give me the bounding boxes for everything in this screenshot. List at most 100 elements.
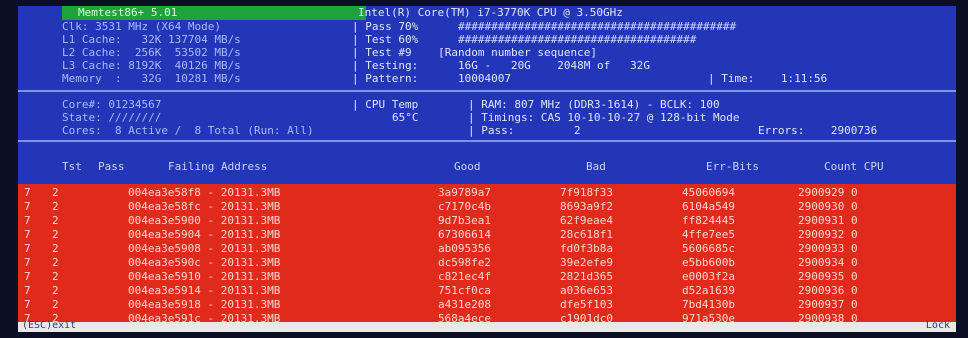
- table-cell: c7170c4b: [438, 200, 491, 213]
- table-cell: fd0f3b8a: [560, 242, 613, 255]
- table-cell: 751cf0ca: [438, 284, 491, 297]
- col-test: Tst: [62, 160, 82, 173]
- table-cell: dc598fe2: [438, 256, 491, 269]
- table-cell: 004ea3e5918 - 20131.3MB: [128, 298, 281, 311]
- table-cell: 004ea3e5900 - 20131.3MB: [128, 214, 281, 227]
- col-failing-address: Failing Address: [168, 160, 268, 173]
- test-progress-bar: ####################################: [458, 33, 697, 46]
- table-cell: 3a9789a7: [438, 186, 491, 199]
- table-cell: 2900931 0: [798, 214, 858, 227]
- table-row: 7 2 004ea3e5904 - 20131.3MB 67306614 28c618f…: [18, 228, 956, 242]
- table-cell: 2: [52, 270, 59, 283]
- lock-indicator: Lock: [925, 320, 950, 331]
- pass-progress: | Pass 70%: [352, 20, 419, 33]
- table-cell: 7: [24, 214, 31, 227]
- table-cell: a036e653: [560, 284, 613, 297]
- table-cell: 004ea3e5910 - 20131.3MB: [128, 270, 281, 283]
- table-cell: 7: [24, 270, 31, 283]
- pattern-line: | Pattern: 10004007: [352, 72, 511, 85]
- divider-mid: [18, 140, 956, 142]
- table-cell: 7: [24, 228, 31, 241]
- table-cell: 4ffe7ee5: [682, 228, 735, 241]
- table-cell: 8693a9f2: [560, 200, 613, 213]
- table-row: 7 2 004ea3e5908 - 20131.3MB ab095356 fd0f3b8…: [18, 242, 956, 256]
- cpu-temp-value: 65°C: [392, 111, 419, 124]
- table-cell: e0003f2a: [682, 270, 735, 283]
- exit-hint: (ESC)exit: [22, 320, 77, 331]
- table-cell: 004ea3e5904 - 20131.3MB: [128, 228, 281, 241]
- table-cell: 7: [24, 242, 31, 255]
- table-row: 7 2 004ea3e58f8 - 20131.3MB 3a9789a7 7f918f3…: [18, 186, 956, 200]
- table-row: 7 2 004ea3e5914 - 20131.3MB 751cf0ca a036e65…: [18, 284, 956, 298]
- l2-cache-line: L2 Cache: 256K 53502 MB/s: [62, 46, 241, 59]
- table-cell: e5bb600b: [682, 256, 735, 269]
- table-cell: 2900934 0: [798, 256, 858, 269]
- table-cell: 004ea3e5914 - 20131.3MB: [128, 284, 281, 297]
- col-bad: Bad: [586, 160, 606, 173]
- l3-cache-line: L3 Cache: 8192K 40126 MB/s: [62, 59, 241, 72]
- memory-line: Memory : 32G 10281 MB/s: [62, 72, 241, 85]
- table-cell: d52a1639: [682, 284, 735, 297]
- memtest-screen: Memtest86+ 5.01 Intel(R) Core(TM) i7-377…: [18, 6, 956, 332]
- table-row: 7 2 004ea3e58fc - 20131.3MB c7170c4b 8693a9f…: [18, 200, 956, 214]
- table-cell: 2: [52, 242, 59, 255]
- state-line: State: ////////: [62, 111, 162, 124]
- l1-cache-line: L1 Cache: 32K 137704 MB/s: [62, 33, 241, 46]
- status-bar: (ESC)exit Lock: [18, 320, 956, 332]
- pass-count: | Pass: 2: [468, 124, 581, 137]
- error-table: 7 2 004ea3e58f8 - 20131.3MB 3a9789a7 7f918f3…: [18, 184, 956, 332]
- table-cell: 2900935 0: [798, 270, 858, 283]
- table-row: 7 2 004ea3e5900 - 20131.3MB 9d7b3ea1 62f9eae…: [18, 214, 956, 228]
- testing-range: | Testing: 16G - 20G 2048M of 32G: [352, 59, 651, 72]
- col-count-cpu: Count CPU: [824, 160, 884, 173]
- table-cell: 9d7b3ea1: [438, 214, 491, 227]
- time-line: | Time: 1:11:56: [708, 72, 828, 85]
- cpu-model: Intel(R) Core(TM) i7-3770K CPU @ 3.50GHz: [358, 6, 623, 19]
- table-cell: 5606685c: [682, 242, 735, 255]
- table-cell: 2900937 0: [798, 298, 858, 311]
- table-cell: 7: [24, 200, 31, 213]
- table-cell: 2900929 0: [798, 186, 858, 199]
- col-good: Good: [454, 160, 481, 173]
- table-cell: c821ec4f: [438, 270, 491, 283]
- timings-line: | Timings: CAS 10-10-10-27 @ 128-bit Mod…: [468, 111, 740, 124]
- app-title: Memtest86+ 5.01: [62, 6, 366, 20]
- table-row: 7 2 004ea3e590c - 20131.3MB dc598fe2 39e2efe…: [18, 256, 956, 270]
- col-err-bits: Err-Bits: [706, 160, 759, 173]
- table-cell: 2900930 0: [798, 200, 858, 213]
- table-cell: 45060694: [682, 186, 735, 199]
- core-line: Core#: 01234567: [62, 98, 162, 111]
- table-cell: 6104a549: [682, 200, 735, 213]
- test-progress: | Test 60%: [352, 33, 419, 46]
- pass-progress-bar: ########################################…: [458, 20, 737, 33]
- table-cell: 004ea3e58f8 - 20131.3MB: [128, 186, 281, 199]
- table-cell: 2900932 0: [798, 228, 858, 241]
- cores-line: Cores: 8 Active / 8 Total (Run: All): [62, 124, 314, 137]
- table-cell: 2: [52, 186, 59, 199]
- table-cell: 7: [24, 186, 31, 199]
- table-cell: 2: [52, 284, 59, 297]
- cpu-temp-label: | CPU Temp: [352, 98, 419, 111]
- col-pass: Pass: [98, 160, 125, 173]
- test-number: | Test #9 [Random number sequence]: [352, 46, 598, 59]
- table-cell: 2: [52, 214, 59, 227]
- table-cell: 67306614: [438, 228, 491, 241]
- table-cell: 28c618f1: [560, 228, 613, 241]
- table-cell: 7f918f33: [560, 186, 613, 199]
- table-cell: ff824445: [682, 214, 735, 227]
- table-cell: ab095356: [438, 242, 491, 255]
- table-cell: dfe5f103: [560, 298, 613, 311]
- table-cell: a431e208: [438, 298, 491, 311]
- table-cell: 2: [52, 256, 59, 269]
- table-cell: 2: [52, 200, 59, 213]
- table-cell: 2900936 0: [798, 284, 858, 297]
- clock-line: Clk: 3531 MHz (X64 Mode): [62, 20, 221, 33]
- table-row: 7 2 004ea3e5918 - 20131.3MB a431e208 dfe5f10…: [18, 298, 956, 312]
- divider-top: [18, 90, 956, 92]
- table-cell: 004ea3e58fc - 20131.3MB: [128, 200, 281, 213]
- errors-count: Errors: 2900736: [758, 124, 878, 137]
- table-cell: 62f9eae4: [560, 214, 613, 227]
- table-cell: 7: [24, 298, 31, 311]
- table-cell: 7: [24, 256, 31, 269]
- table-cell: 39e2efe9: [560, 256, 613, 269]
